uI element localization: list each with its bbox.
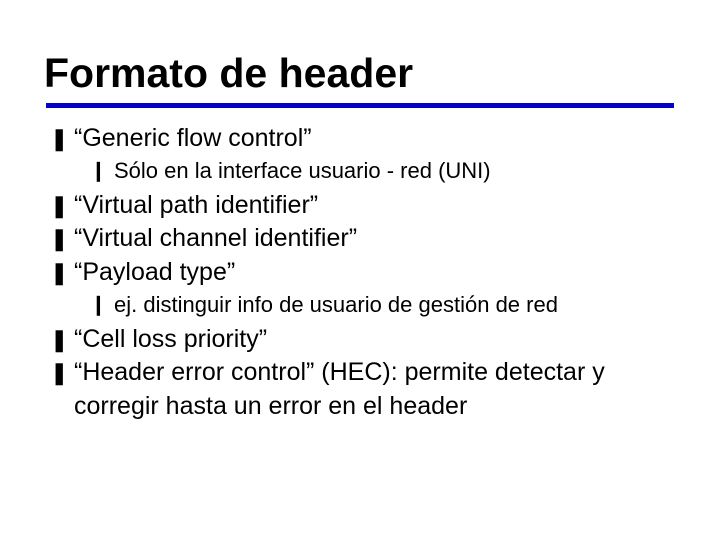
list-item-text: “Generic flow control” <box>74 122 680 156</box>
list-subitem-text: ej. distinguir info de usuario de gestió… <box>114 290 558 321</box>
list-item: ❚ “Header error control” (HEC): permite … <box>50 356 680 424</box>
square-outline-bullet-icon: ❙ <box>90 156 114 185</box>
square-bullet-icon: ❚ <box>50 189 74 221</box>
slide-title: Formato de header <box>40 50 680 97</box>
list-item-text: “Payload type” <box>74 256 680 290</box>
list-item-text: “Virtual channel identifier” <box>74 222 680 256</box>
list-item: ❚ “Virtual path identifier” <box>50 189 680 223</box>
list-item-text: “Cell loss priority” <box>74 323 680 357</box>
square-bullet-icon: ❚ <box>50 356 74 388</box>
list-item: ❚ “Cell loss priority” <box>50 323 680 357</box>
list-item-text: “Virtual path identifier” <box>74 189 680 223</box>
square-bullet-icon: ❚ <box>50 222 74 254</box>
square-bullet-icon: ❚ <box>50 256 74 288</box>
list-item: ❚ “Virtual channel identifier” <box>50 222 680 256</box>
list-item: ❚ “Generic flow control” <box>50 122 680 156</box>
list-item-text: “Header error control” (HEC): permite de… <box>74 356 680 424</box>
list-item: ❚ “Payload type” <box>50 256 680 290</box>
square-bullet-icon: ❚ <box>50 323 74 355</box>
list-subitem: ❙ ej. distinguir info de usuario de gest… <box>50 290 680 321</box>
title-underline <box>46 103 674 108</box>
bullet-list: ❚ “Generic flow control” ❙ Sólo en la in… <box>40 122 680 424</box>
slide: Formato de header ❚ “Generic flow contro… <box>0 0 720 540</box>
list-subitem: ❙ Sólo en la interface usuario - red (UN… <box>50 156 680 187</box>
square-outline-bullet-icon: ❙ <box>90 290 114 319</box>
square-bullet-icon: ❚ <box>50 122 74 154</box>
list-subitem-text: Sólo en la interface usuario - red (UNI) <box>114 156 491 187</box>
